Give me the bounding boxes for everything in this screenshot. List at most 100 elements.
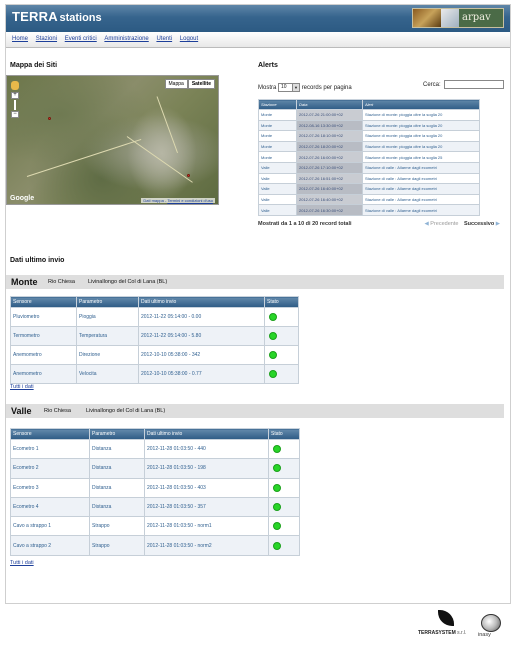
table-row: Cavo a strappo 1 Strappo 2012-11-28 01:03:… bbox=[10, 516, 300, 537]
map-type-map-button[interactable]: Mappa bbox=[164, 79, 188, 89]
search-label: Cerca: bbox=[423, 82, 441, 89]
brand-logo[interactable]: TERRA stations bbox=[12, 9, 102, 24]
cell-station: Monte bbox=[258, 119, 297, 132]
nav-home[interactable]: Home bbox=[12, 36, 28, 42]
column-header-stazione[interactable]: Stazione bbox=[258, 99, 297, 110]
cell-alert: Stazione di valle : Allarme dagli ecomet… bbox=[362, 193, 480, 206]
street-view-pegman-icon[interactable] bbox=[11, 81, 19, 90]
globe-icon bbox=[481, 614, 501, 632]
nav-logout[interactable]: Logout bbox=[180, 36, 198, 42]
cell-station: Valle bbox=[258, 204, 297, 216]
table-row[interactable]: Monte 2012-07-26 18:20:00+02 Stazione di m… bbox=[258, 140, 480, 153]
station-bar-valle: Valle Rio Chiesa Livinallongo del Col di… bbox=[6, 404, 504, 418]
map-type-satellite-button[interactable]: Satellite bbox=[187, 79, 215, 89]
triangle-right-icon[interactable]: ▶ bbox=[496, 221, 500, 227]
zoom-slider[interactable] bbox=[14, 100, 16, 110]
status-ok-icon bbox=[273, 445, 281, 454]
previous-page-button[interactable]: Precedente bbox=[430, 221, 458, 227]
cell-parameter[interactable]: Distanza bbox=[89, 496, 145, 518]
table-row: Ecometro 2 Distanza 2012-11-28 01:03:50 - … bbox=[10, 458, 300, 479]
cell-sensor[interactable]: Anemometro bbox=[10, 345, 77, 365]
search-input[interactable] bbox=[444, 80, 505, 89]
cell-alert: Stazione di valle : Allarme dagli ecomet… bbox=[362, 204, 480, 216]
cell-sensor[interactable]: Termometro bbox=[10, 326, 77, 346]
terrasystem-text: TERRASYSTEM s.r.l. bbox=[418, 630, 466, 636]
cell-date: 2012-07-26 16:40:00+02 bbox=[296, 183, 363, 195]
cell-last-data: 2012-10-10 05:38:00 - 0.77 bbox=[138, 364, 265, 384]
cell-sensor[interactable]: Pluviometro bbox=[10, 307, 77, 327]
next-page-button[interactable]: Successivo bbox=[464, 221, 494, 227]
cell-date: 2012-07-26 16:00:00+02 bbox=[296, 151, 363, 163]
brand-stations: stations bbox=[59, 12, 102, 24]
table-row[interactable]: Valle 2012-07-26 16:51:00+02 Stazione di v… bbox=[258, 172, 480, 185]
map-terms-link[interactable]: Termini e condizioni d'uso bbox=[167, 198, 213, 203]
cell-station: Monte bbox=[258, 130, 297, 142]
table-row[interactable]: Monte 2012-07-26 21:00:00+02 Stazione di m… bbox=[258, 109, 480, 121]
table-row[interactable]: Monte 2012-07-26 18:10:00+02 Stazione di m… bbox=[258, 130, 480, 142]
header-row: Sensore Parametro Dati ultimo invio Stat… bbox=[10, 296, 299, 308]
cell-sensor[interactable]: Anemometro bbox=[10, 364, 77, 384]
column-header-alert[interactable]: Alert bbox=[362, 99, 480, 110]
station-marker-monte[interactable] bbox=[48, 117, 51, 120]
cell-parameter[interactable]: Temperatura bbox=[76, 326, 139, 346]
table-row[interactable]: Valle 2012-07-26 16:30:00+02 Stazione di v… bbox=[258, 204, 480, 216]
status-cell bbox=[264, 364, 299, 384]
map-data-link[interactable]: Dati mappa bbox=[143, 198, 163, 203]
cell-alert: Stazione di monte: pioggia oltre la sogl… bbox=[362, 151, 480, 163]
leaf-icon bbox=[438, 610, 454, 626]
cell-last-data: 2012-11-28 01:03:50 - norm1 bbox=[144, 516, 269, 537]
column-header-stato: Stato bbox=[264, 296, 299, 308]
cell-sensor[interactable]: Ecometro 3 bbox=[10, 477, 90, 498]
zoom-out-button[interactable]: − bbox=[11, 111, 19, 118]
station-marker-valle[interactable] bbox=[187, 174, 190, 177]
cell-sensor[interactable]: Cavo a strappo 2 bbox=[10, 535, 90, 556]
table-row[interactable]: Monte 2012-08-16 13:30:00+02 Stazione di m… bbox=[258, 119, 480, 132]
status-ok-icon bbox=[273, 483, 281, 492]
zoom-in-button[interactable]: + bbox=[11, 92, 19, 99]
station-location: Livinallongo del Col di Lana (BL) bbox=[88, 279, 168, 285]
table-row[interactable]: Valle 2012-07-26 17:10:00+02 Stazione di v… bbox=[258, 161, 480, 174]
cell-sensor[interactable]: Ecometro 4 bbox=[10, 496, 90, 518]
cell-sensor[interactable]: Ecometro 2 bbox=[10, 458, 90, 479]
cell-station: Valle bbox=[258, 183, 297, 195]
station-name: Valle bbox=[11, 406, 32, 416]
column-header-data[interactable]: Data bbox=[296, 99, 363, 110]
map-zoom-control[interactable]: + − bbox=[11, 81, 19, 118]
cell-sensor[interactable]: Ecometro 1 bbox=[10, 438, 90, 460]
cell-parameter[interactable]: Direzione bbox=[76, 345, 139, 365]
table-row: Anemometro Velocita 2012-10-10 05:38:00 - … bbox=[10, 364, 299, 384]
nav-amministrazione[interactable]: Amministrazione bbox=[104, 36, 148, 42]
cell-parameter[interactable]: Velocita bbox=[76, 364, 139, 384]
nav-stazioni[interactable]: Stazioni bbox=[36, 36, 57, 42]
nav-eventi-critici[interactable]: Eventi critici bbox=[65, 36, 97, 42]
cell-parameter[interactable]: Distanza bbox=[89, 438, 145, 460]
page-size-select[interactable]: 10 ▼ bbox=[278, 83, 301, 92]
cell-date: 2012-07-26 21:00:00+02 bbox=[296, 109, 363, 121]
cell-parameter[interactable]: Pioggia bbox=[76, 307, 139, 327]
table-row[interactable]: Valle 2012-07-26 16:40:00+02 Stazione di v… bbox=[258, 183, 480, 195]
table-row: Termometro Temperatura 2012-11-22 05:14:00… bbox=[10, 326, 299, 346]
station-river: Rio Chiesa bbox=[48, 279, 75, 285]
status-ok-icon bbox=[273, 522, 281, 531]
status-cell bbox=[264, 307, 299, 327]
table-row[interactable]: Valle 2012-07-26 16:40:00+02 Stazione di v… bbox=[258, 193, 480, 206]
status-cell bbox=[268, 516, 300, 537]
column-header-dati: Dati ultimo invio bbox=[144, 428, 269, 440]
cell-last-data: 2012-11-28 01:03:50 - norm2 bbox=[144, 535, 269, 556]
status-ok-icon bbox=[273, 503, 281, 512]
nav-utenti[interactable]: Utenti bbox=[156, 36, 172, 42]
alerts-title: Alerts bbox=[258, 62, 278, 69]
monte-all-data-link[interactable]: Tutti i dati bbox=[10, 384, 34, 390]
cell-sensor[interactable]: Cavo a strappo 1 bbox=[10, 516, 90, 537]
valle-all-data-link[interactable]: Tutti i dati bbox=[10, 560, 34, 566]
header: TERRA stations arpav bbox=[6, 5, 510, 32]
sites-map[interactable]: + − Mappa Satellite Google Dati mappa - … bbox=[6, 75, 219, 205]
cell-parameter[interactable]: Strappo bbox=[89, 516, 145, 537]
cell-parameter[interactable]: Distanza bbox=[89, 458, 145, 479]
table-row[interactable]: Monte 2012-07-26 16:00:00+02 Stazione di m… bbox=[258, 151, 480, 163]
chevron-down-icon: ▼ bbox=[292, 84, 300, 91]
cell-parameter[interactable]: Distanza bbox=[89, 477, 145, 498]
cell-parameter[interactable]: Strappo bbox=[89, 535, 145, 556]
alerts-pager: ◀ Precedente Successivo ▶ bbox=[425, 221, 500, 227]
cell-date: 2012-07-26 18:20:00+02 bbox=[296, 140, 363, 153]
